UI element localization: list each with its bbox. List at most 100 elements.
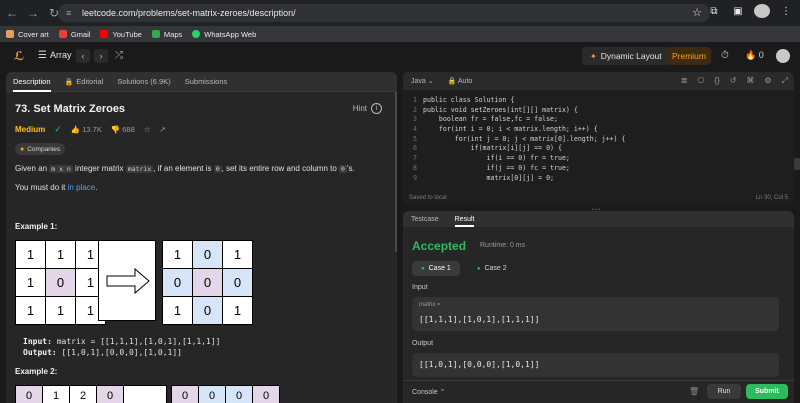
example-2-input-matrix: 0 1 2 0 <box>15 385 124 403</box>
tab-solutions[interactable]: Solutions (6.9K) <box>117 77 170 86</box>
dislike-button[interactable]: 👎 688 <box>111 125 135 134</box>
code-line: 6 if(matrix[i][j] == 0) { <box>413 144 562 153</box>
problem-description: Given an m x n integer matrix matrix, if… <box>15 164 355 173</box>
matrix-cell: 0 <box>163 269 192 296</box>
tab-testcase[interactable]: Testcase <box>411 216 439 223</box>
bookmarks-bar: Cover art Gmail YouTube Maps WhatsApp We… <box>0 26 800 42</box>
braces-icon[interactable]: {} <box>714 76 719 86</box>
matrix-cell: 0 <box>223 269 252 296</box>
sidepanel-icon[interactable]: ▣ <box>730 6 746 17</box>
matrix-cell: 1 <box>46 297 75 324</box>
prev-problem-icon[interactable]: ‹ <box>76 49 90 63</box>
code-area[interactable]: 1 public class Solution { 2 public void se… <box>403 96 794 183</box>
lock-icon: ● <box>20 145 25 153</box>
description-panel: Description 🔒 Editorial Solutions (6.9K) … <box>6 72 397 403</box>
reset-icon[interactable]: ↺ <box>730 76 737 86</box>
matrix-cell: 1 <box>43 386 69 403</box>
shortcut-icon[interactable]: ⌘ <box>746 76 754 86</box>
bookmark-whatsapp[interactable]: WhatsApp Web <box>192 30 256 39</box>
user-avatar[interactable] <box>776 49 790 63</box>
address-bar[interactable]: ≡ leetcode.com/problems/set-matrix-zeroe… <box>58 4 710 22</box>
tab-submissions[interactable]: Submissions <box>185 77 228 86</box>
like-button[interactable]: 👍 13.7K <box>71 125 102 134</box>
description-scrollbar[interactable] <box>395 92 397 252</box>
trash-icon[interactable]: 🗑 <box>689 387 699 396</box>
next-problem-icon[interactable]: › <box>94 49 108 63</box>
example-2-arrow-box <box>123 385 167 403</box>
matrix-cell: 0 <box>193 269 222 296</box>
input-label: Input <box>412 284 428 291</box>
matrix-cell: 0 <box>193 241 222 268</box>
matrix-cell: 1 <box>223 297 252 324</box>
leetcode-header: ℒ ☰ Array ‹ › ⤮ ✦ Dynamic Layout Premium … <box>0 42 800 70</box>
matrix-cell: 0 <box>46 269 75 296</box>
matrix-cell: 1 <box>16 269 45 296</box>
bookmark-maps[interactable]: Maps <box>151 30 182 39</box>
autocomplete-toggle[interactable]: 🔒 Auto <box>448 77 473 85</box>
problem-list-title[interactable]: Array <box>50 50 72 60</box>
pass-dot-icon: ● <box>476 265 481 272</box>
submit-button[interactable]: Submit <box>746 384 788 399</box>
cursor-position: Ln 30, Col 5 <box>755 195 788 201</box>
output-box: [[1,0,1],[0,0,0],[1,0,1]] <box>412 353 779 377</box>
info-icon[interactable]: i <box>371 103 382 114</box>
side-note-tab[interactable] <box>794 158 800 170</box>
menu-dots-icon[interactable]: ⋮ <box>778 6 794 17</box>
language-selector[interactable]: Java ⌄ <box>411 77 434 85</box>
example-input: matrix = [[1,1,1],[1,0,1],[1,1,1]] <box>56 337 221 346</box>
expand-icon[interactable]: ⤢ <box>782 76 788 86</box>
matrix-cell: 0 <box>226 386 252 403</box>
example-1-io: Input: matrix = [[1,1,1],[1,0,1],[1,1,1]… <box>23 337 221 357</box>
matrix-cell: 1 <box>223 241 252 268</box>
code-line: 3 boolean fr = false,fc = false; <box>413 115 558 124</box>
share-icon[interactable]: ↗ <box>160 125 166 134</box>
matrix-cell: 0 <box>193 297 222 324</box>
description-tabs: Description 🔒 Editorial Solutions (6.9K) … <box>6 72 397 92</box>
code-line: 5 for(int j = 0; j < matrix[0].length; j… <box>413 134 626 143</box>
tab-result[interactable]: Result <box>454 216 474 227</box>
favorite-star-icon[interactable]: ☆ <box>144 125 151 134</box>
timer-icon[interactable]: ⏱ <box>721 50 729 61</box>
bookmark-star-icon[interactable]: ☆ <box>692 6 702 19</box>
whatsapp-icon <box>192 30 201 38</box>
dynamic-layout-button[interactable]: ✦ Dynamic Layout <box>582 47 670 65</box>
matrix-cell: 1 <box>16 297 45 324</box>
bookmark-icon[interactable]: ⎔ <box>697 76 704 86</box>
code-line: 2 public void setZeroes(int[][] matrix) { <box>413 105 578 114</box>
problem-meta: Medium ✓ 👍 13.7K 👎 688 ☆ ↗ <box>15 124 166 135</box>
streak-counter[interactable]: 🔥 0 <box>745 50 764 61</box>
tab-editorial[interactable]: 🔒 Editorial <box>65 77 104 86</box>
matrix-cell: 0 <box>97 386 123 403</box>
in-place-link[interactable]: in place <box>68 183 96 192</box>
tab-description[interactable]: Description <box>13 77 51 92</box>
companies-tag[interactable]: ● Companies <box>15 143 66 155</box>
leetcode-logo-icon[interactable]: ℒ <box>14 50 26 62</box>
lock-icon: 🔒 <box>64 79 74 86</box>
example-1-input-matrix: 1 1 1 1 0 1 1 1 1 <box>15 240 106 325</box>
site-info-icon[interactable]: ≡ <box>66 8 76 18</box>
cover-art-icon <box>6 30 14 38</box>
forward-icon[interactable]: → <box>24 4 42 22</box>
example-1-output-matrix: 1 0 1 0 0 0 1 0 1 <box>162 240 253 325</box>
premium-button[interactable]: Premium <box>667 47 711 65</box>
settings-icon[interactable]: ⚙ <box>764 76 771 86</box>
problem-title: 73. Set Matrix Zeroes <box>15 103 126 115</box>
back-icon[interactable]: ← <box>3 4 21 22</box>
profile-avatar[interactable] <box>754 4 770 18</box>
bookmark-youtube[interactable]: YouTube <box>100 30 142 39</box>
matrix-cell: 0 <box>199 386 225 403</box>
extensions-icon[interactable]: ⧉ <box>706 6 722 17</box>
shuffle-icon[interactable]: ⤮ <box>115 50 123 61</box>
format-icon[interactable]: ≣ <box>681 76 688 86</box>
bookmark-cover-art[interactable]: Cover art <box>6 30 49 39</box>
sparkle-icon: ✦ <box>590 51 597 61</box>
run-button[interactable]: Run <box>707 384 741 399</box>
matrix-cell: 0 <box>253 386 279 403</box>
bookmark-gmail[interactable]: Gmail <box>58 30 90 39</box>
problem-list-icon[interactable]: ☰ <box>38 50 47 61</box>
console-toggle[interactable]: Console ⌃ <box>412 388 446 396</box>
case-2-button[interactable]: ● Case 2 <box>468 261 516 276</box>
arrow-right-icon <box>106 267 150 295</box>
case-1-button[interactable]: ● Case 1 <box>412 261 460 276</box>
hint-button[interactable]: Hint <box>353 104 367 113</box>
